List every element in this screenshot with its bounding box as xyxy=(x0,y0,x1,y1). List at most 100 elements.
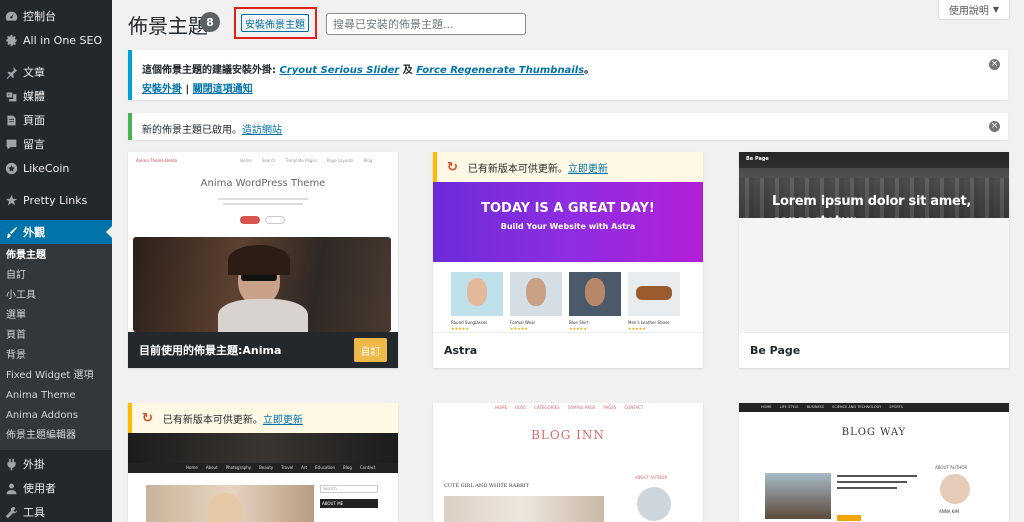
update-text: 已有新版本可供更新。 xyxy=(467,163,568,175)
shot-nav-item: Page Layouts xyxy=(326,158,354,163)
sidebar-item-pages[interactable]: 頁面 xyxy=(0,108,112,132)
update-icon: ↻ xyxy=(447,159,458,175)
sidebar-item-likecoin[interactable]: LikeCoin xyxy=(0,156,112,180)
sidebar-item-label: 文章 xyxy=(23,66,45,79)
sidebar-item-label: 留言 xyxy=(23,138,45,151)
sidebar-item-comments[interactable]: 留言 xyxy=(0,132,112,156)
notice-actions: 安裝外掛 | 關閉這項通知 xyxy=(142,80,253,95)
search-themes-input[interactable] xyxy=(326,13,526,35)
theme-activated-notice: 新的佈景主題已啟用。造訪網站 × xyxy=(128,113,1008,140)
submenu-item-anima-addons[interactable]: Anima Addons xyxy=(0,406,112,426)
shot-hero-subtitle: Build Your Website with Astra xyxy=(500,222,636,231)
user-icon xyxy=(4,481,18,495)
update-now-link[interactable]: 立即更新 xyxy=(263,411,303,426)
sidebar-item-appearance[interactable]: 外觀 xyxy=(0,220,112,244)
shot-author-avatar xyxy=(940,474,970,504)
shot-nav-item: BLOG xyxy=(515,405,527,410)
theme-count-badge: 8 xyxy=(200,12,220,32)
update-notice: ↻ 已有新版本可供更新。 立即更新 xyxy=(433,152,703,182)
shot-nav-item: Template Pages xyxy=(285,158,317,163)
visit-site-link[interactable]: 造訪網站 xyxy=(242,125,282,136)
shot-hero xyxy=(128,433,398,463)
sidebar-item-aioseo[interactable]: All in One SEO xyxy=(0,28,112,52)
submenu-item-fixed-widget[interactable]: Fixed Widget 選項 xyxy=(0,366,112,386)
shot-nav: Home About Photography Beauty Travel Art… xyxy=(186,465,375,470)
submenu-item-anima-theme[interactable]: Anima Theme xyxy=(0,386,112,406)
sidebar-item-label: 外掛 xyxy=(23,458,45,471)
shot-nav-item: Blog xyxy=(363,158,373,163)
add-new-theme-button[interactable]: 安裝佈景主題 xyxy=(241,14,309,32)
product-name: Blue Shirt xyxy=(569,320,589,325)
shot-nav-item: Photography xyxy=(225,465,252,470)
theme-name-bar: Be Page xyxy=(739,332,1009,368)
page-icon xyxy=(4,113,18,127)
plugin-icon xyxy=(4,457,18,471)
shot-nav-item: CATEGORIES xyxy=(534,405,560,410)
notice-text: 這個佈景主題的建議安裝外掛: Cryout Serious Slider 及 F… xyxy=(142,61,594,76)
submenu-item-theme-editor[interactable]: 佈景主題編輯器 xyxy=(0,426,112,446)
theme-card-anima[interactable]: Anima Theme Demo Home Search Template Pa… xyxy=(128,152,398,368)
shot-hero-text: Lorem ipsum dolor sit amet, consectetur xyxy=(772,194,972,219)
shot-title: BLOG INN xyxy=(531,428,605,442)
shot-nav-item: Home xyxy=(186,465,198,470)
submenu-item-widgets[interactable]: 小工具 xyxy=(0,286,112,306)
update-now-link[interactable]: 立即更新 xyxy=(568,160,608,175)
shot-post-title: CUTE GIRL AND WHITE RABBIT xyxy=(444,483,529,489)
shot-nav-item: LIFE STYLE xyxy=(779,405,799,409)
shot-nav: HOME BLOG CATEGORIES SAMPLE PAGE PAGES C… xyxy=(495,405,643,410)
sidebar-item-tools[interactable]: 工具 xyxy=(0,500,112,522)
shot-button xyxy=(265,216,285,224)
admin-sidebar: 控制台 All in One SEO 文章 媒體 頁面 留言 LikeCoin … xyxy=(0,0,112,522)
activated-text: 新的佈景主題已啟用。 xyxy=(142,125,242,136)
sidebar-item-posts[interactable]: 文章 xyxy=(0,60,112,84)
customize-button[interactable]: 自訂 xyxy=(354,338,387,362)
product-rating: ★★★★★ xyxy=(510,326,528,331)
submenu-item-themes[interactable]: 佈景主題 xyxy=(0,246,112,266)
sidebar-item-dashboard[interactable]: 控制台 xyxy=(0,4,112,28)
submenu-item-menus[interactable]: 選單 xyxy=(0,306,112,326)
sidebar-item-users[interactable]: 使用者 xyxy=(0,476,112,500)
dismiss-notice-link[interactable]: 關閉這項通知 xyxy=(193,84,253,95)
theme-card-blog-inn[interactable]: HOME BLOG CATEGORIES SAMPLE PAGE PAGES C… xyxy=(433,403,703,522)
theme-screenshot: HOME LIFE STYLE BUSINESS SCIENCE AND TEC… xyxy=(739,403,1009,522)
plugin-link-serious-slider[interactable]: Cryout Serious Slider xyxy=(279,65,399,76)
theme-card-be-page[interactable]: Be Page Lorem ipsum dolor sit amet, cons… xyxy=(739,152,1009,368)
theme-card-astra[interactable]: ↻ 已有新版本可供更新。 立即更新 TODAY IS A GREAT DAY! … xyxy=(433,152,703,368)
active-theme-prefix: 目前使用的佈景主題: xyxy=(139,344,243,357)
shot-nav-item: Blog xyxy=(343,465,352,470)
shot-logo: Anima Theme Demo xyxy=(136,158,177,163)
shot-author-name: ANNA KIM xyxy=(939,509,959,514)
install-plugins-link[interactable]: 安裝外掛 xyxy=(142,84,182,95)
shot-post-image xyxy=(444,496,604,522)
sidebar-item-media[interactable]: 媒體 xyxy=(0,84,112,108)
shot-nav: HOME LIFE STYLE BUSINESS SCIENCE AND TEC… xyxy=(761,405,903,409)
sidebar-item-label: 頁面 xyxy=(23,114,45,127)
submenu-item-background[interactable]: 背景 xyxy=(0,346,112,366)
submenu-item-header[interactable]: 頁首 xyxy=(0,326,112,346)
shot-text-line xyxy=(837,475,917,477)
plugin-link-force-regenerate[interactable]: Force Regenerate Thumbnails xyxy=(416,65,584,76)
shot-shirt xyxy=(218,299,308,332)
shot-text-line xyxy=(223,203,303,205)
sidebar-item-label: 工具 xyxy=(23,506,45,519)
theme-screenshot: Anima Theme Demo Home Search Template Pa… xyxy=(128,152,398,332)
sidebar-item-plugins[interactable]: 外掛 xyxy=(0,452,112,476)
shot-hero-title: TODAY IS A GREAT DAY! xyxy=(481,201,655,216)
theme-name: Be Page xyxy=(750,344,801,357)
sidebar-item-label: Pretty Links xyxy=(23,193,88,207)
dismiss-icon[interactable]: × xyxy=(989,121,1000,132)
sidebar-item-pretty-links[interactable]: Pretty Links xyxy=(0,188,112,212)
shot-nav-item: Contact xyxy=(359,465,376,470)
shot-button xyxy=(837,515,861,521)
product-image xyxy=(451,272,503,316)
theme-screenshot: HOME BLOG CATEGORIES SAMPLE PAGE PAGES C… xyxy=(433,403,703,522)
dismiss-icon[interactable]: × xyxy=(989,59,1000,70)
theme-card-4[interactable]: ↻ 已有新版本可供更新。 立即更新 Home About Photography… xyxy=(128,403,398,522)
help-tab[interactable]: 使用說明 ▼ xyxy=(938,0,1010,20)
submenu-item-customize[interactable]: 自訂 xyxy=(0,266,112,286)
brush-icon xyxy=(4,225,18,239)
shot-about-heading: ABOUT AUTHOR xyxy=(935,465,968,470)
shot-nav-item: CONTACT xyxy=(624,405,644,410)
theme-card-blog-way[interactable]: HOME LIFE STYLE BUSINESS SCIENCE AND TEC… xyxy=(739,403,1009,522)
sidebar-item-label: All in One SEO xyxy=(23,33,103,47)
